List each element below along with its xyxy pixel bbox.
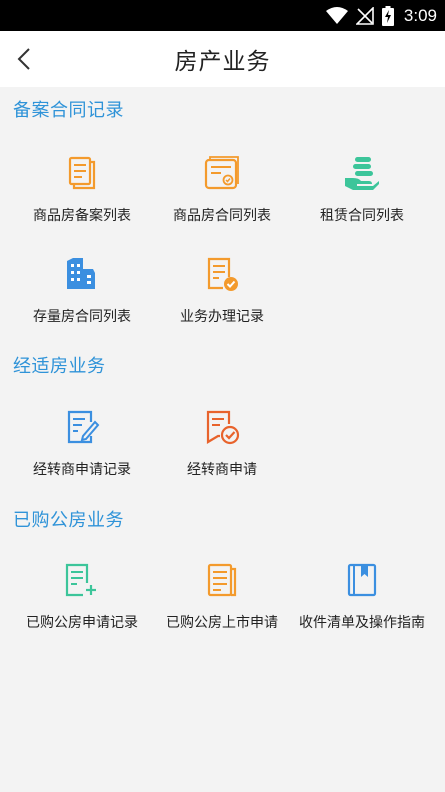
status-icons: 3:09: [325, 0, 437, 31]
grid-item-commercial-contract-list[interactable]: 商品房合同列表: [148, 154, 296, 244]
wifi-icon: [325, 6, 348, 24]
grid-item-label: 收件清单及操作指南: [299, 615, 425, 631]
battery-charging-icon: [381, 5, 394, 26]
grid-item-document-checklist-guide[interactable]: 收件清单及操作指南: [288, 561, 436, 651]
page-title: 房产业务: [174, 49, 271, 75]
approve-document-icon: [206, 410, 240, 445]
grid-item-public-housing-application-records[interactable]: 已购公房申请记录: [8, 561, 156, 651]
back-button[interactable]: [4, 39, 44, 79]
section-title-purchased-public-housing: 已购公房业务: [13, 510, 124, 531]
grid-item-public-housing-listing-application[interactable]: 已购公房上市申请: [148, 561, 296, 651]
grid-item-label: 业务办理记录: [180, 309, 264, 325]
document-list-icon: [68, 156, 96, 190]
grid-item-label: 商品房合同列表: [173, 208, 271, 224]
grid-item-label: 已购公房上市申请: [166, 615, 278, 631]
grid-item-label: 存量房合同列表: [33, 309, 131, 325]
grid-item-business-records[interactable]: 业务办理记录: [148, 255, 296, 345]
add-document-icon: [65, 563, 96, 597]
no-signal-icon: [355, 6, 374, 25]
building-icon: [67, 258, 95, 289]
grid-item-existing-house-contract-list[interactable]: 存量房合同列表: [8, 255, 156, 345]
chevron-left-icon: [17, 48, 30, 70]
edit-document-icon: [67, 410, 100, 444]
section-title-filing-contracts: 备案合同记录: [13, 100, 124, 121]
grid-item-label: 已购公房申请记录: [26, 615, 138, 631]
grid-item-label: 商品房备案列表: [33, 208, 131, 224]
grid-item-label: 租赁合同列表: [320, 208, 404, 224]
nav-bar: 房产业务: [0, 31, 445, 87]
grid-item-conversion-application[interactable]: 经转商申请: [148, 408, 296, 498]
grid-item-conversion-application-records[interactable]: 经转商申请记录: [8, 408, 156, 498]
contract-seal-icon: [204, 156, 239, 190]
status-time: 3:09: [403, 5, 437, 25]
document-lines-icon: [207, 563, 237, 597]
grid-item-label: 经转商申请记录: [33, 462, 131, 478]
document-check-icon: [207, 257, 238, 291]
grid-item-label: 经转商申请: [187, 462, 257, 478]
hand-coins-icon: [345, 157, 379, 190]
guide-book-icon: [347, 563, 377, 597]
grid-item-lease-contract-list[interactable]: 租赁合同列表: [288, 154, 436, 244]
grid-item-commercial-filing-list[interactable]: 商品房备案列表: [8, 154, 156, 244]
section-title-affordable-housing: 经适房业务: [13, 356, 106, 377]
status-bar: 3:09: [0, 0, 445, 31]
